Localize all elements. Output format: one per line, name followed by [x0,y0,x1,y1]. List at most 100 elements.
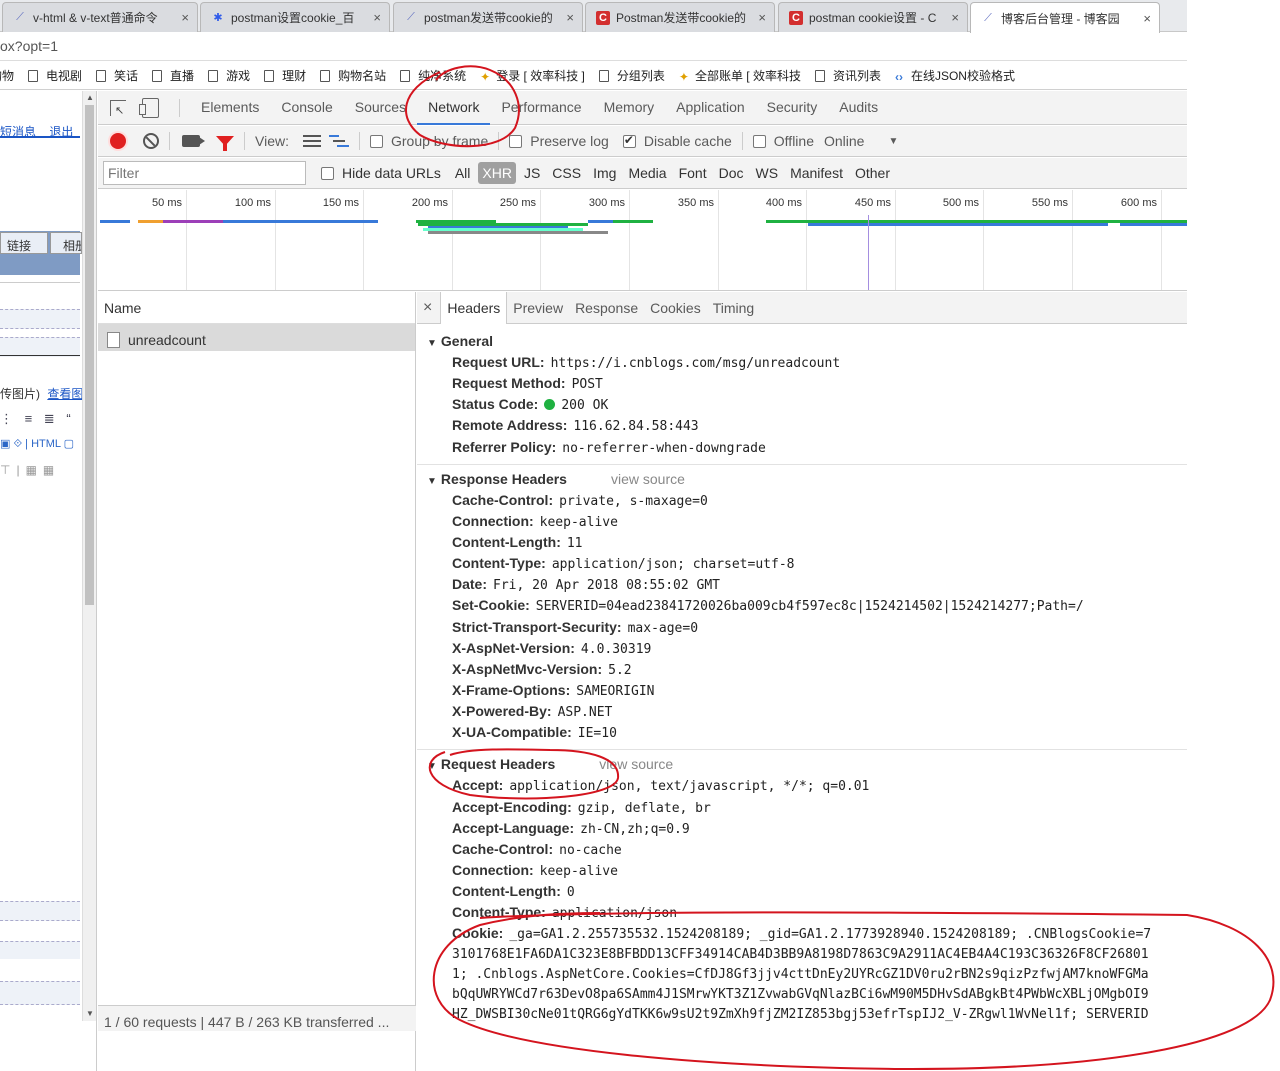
devtools-tabs: Elements Console Sources Network Performance… [190,91,889,125]
tab-memory[interactable]: Memory [593,91,666,125]
filter-type-font[interactable]: Font [675,162,711,184]
large-rows-icon[interactable] [302,135,321,147]
timeline-gridline [806,190,807,290]
browser-tab[interactable]: ⟋ 博客后台管理 - 博客园 × [970,2,1160,33]
browser-tab[interactable]: Cpostman cookie设置 - C × [778,2,968,32]
detail-tab-preview[interactable]: Preview [507,292,569,324]
tab-security[interactable]: Security [756,91,829,125]
address-bar[interactable]: ox?opt=1 [0,33,1187,61]
page-scrollbar-thumb[interactable] [85,105,94,605]
filter-type-xhr[interactable]: XHR [478,162,516,184]
bookmark-item[interactable]: 纯净系统 [400,67,466,84]
filter-type-all[interactable]: All [451,162,475,184]
tab-elements[interactable]: Elements [190,91,270,125]
general-header[interactable]: ▼ General [417,331,1187,352]
browser-tab[interactable]: C Postman发送带cookie的 × [585,2,775,32]
name-column-header[interactable]: Name [98,292,415,324]
view-source-link[interactable]: view source [599,756,673,772]
browser-tab[interactable]: ✱ postman设置cookie_百 × [200,2,390,32]
close-tab-icon[interactable]: × [566,10,574,25]
page-tab-album[interactable]: 相册 [50,232,82,254]
detail-tab-headers[interactable]: Headers [440,292,508,324]
filter-type-ws[interactable]: WS [752,162,783,184]
filter-type-js[interactable]: JS [520,162,544,184]
view-link[interactable]: 查看图 [47,387,83,401]
close-tab-icon[interactable]: × [951,10,959,25]
expand-triangle-icon[interactable]: ▼ [427,476,437,487]
preserve-log-checkbox[interactable] [509,134,523,148]
editor-toolbar-row1[interactable]: ⋮ ≡ ≣ “ | [0,411,90,427]
detail-tab-response[interactable]: Response [569,292,644,324]
tab-application[interactable]: Application [665,91,756,125]
timeline-tick-label: 50 ms [152,197,182,209]
address-text[interactable]: ox?opt=1 [0,38,58,54]
request-headers-header[interactable]: ▼ Request Headers view source [417,754,1187,775]
devtools-panel: ↖ Elements Console Sources Network Performan… [98,91,1187,1071]
tab-sources[interactable]: Sources [344,91,417,125]
editor-toolbar-row2[interactable]: ▣ ⟐ | HTML ▢ [0,437,74,451]
bookmark-item[interactable]: ‹› 在线JSON校验格式 [895,67,1015,84]
bookmark-item[interactable]: 理财 [264,67,306,84]
expand-triangle-icon[interactable]: ▼ [427,338,437,349]
device-toolbar-icon[interactable] [139,97,159,118]
record-icon[interactable] [110,133,126,149]
filter-type-doc[interactable]: Doc [715,162,748,184]
bookmark-item[interactable]: 游戏 [208,67,250,84]
editor-toolbar-row3[interactable]: ⊤|▦▦ [0,463,60,477]
throttling-select[interactable]: Online [824,133,864,149]
tab-audits[interactable]: Audits [828,91,889,125]
hide-data-urls-checkbox[interactable] [321,166,334,180]
header-row: Content-Length: 0 [417,881,1187,902]
header-value: private, s-maxage=0 [559,493,708,509]
ruler-icon: ⟋ [984,11,992,24]
filter-type-manifest[interactable]: Manifest [786,162,847,184]
bookmark-item[interactable]: 笑话 [96,67,138,84]
close-icon[interactable]: × [417,299,440,317]
clear-icon[interactable] [143,133,159,149]
timeline-tick-label: 450 ms [854,197,891,209]
bookmark-item[interactable]: 直播 [152,67,194,84]
close-tab-icon[interactable]: × [1143,11,1151,26]
filter-icon[interactable] [216,136,234,151]
waterfall-view-icon[interactable] [328,135,349,147]
scroll-up-arrow-icon[interactable]: ▲ [86,93,94,102]
request-row[interactable]: unreadcount [98,324,415,351]
filter-type-media[interactable]: Media [624,162,670,184]
cookie-value-line: 3101768E1FA6DA1C323E8BFBDD13CFF34914CAB4… [452,946,1149,962]
disable-cache-checkbox[interactable] [622,133,636,148]
filter-type-other[interactable]: Other [851,162,894,184]
page-tab-links[interactable]: 链接 [0,232,48,254]
bookmark-item[interactable]: 购物 [0,67,14,84]
filter-type-css[interactable]: CSS [548,162,585,184]
bookmark-item[interactable]: ✦ 登录 [ 效率科技 ] [480,67,585,84]
bookmark-item[interactable]: 购物名站 [320,67,386,84]
header-value: IE=10 [577,726,617,742]
response-headers-header[interactable]: ▼ Response Headers view source [417,469,1187,490]
close-tab-icon[interactable]: × [181,10,189,25]
toolbar-separator [358,132,360,150]
inspect-element-icon[interactable]: ↖ [110,99,126,117]
capture-screenshots-icon[interactable] [182,135,205,147]
browser-tab[interactable]: ⟋ v-html & v-text普通命令 × [2,2,198,32]
filter-input[interactable] [103,161,306,185]
offline-checkbox[interactable] [752,134,766,148]
bookmark-item[interactable]: 分组列表 [598,67,665,84]
close-tab-icon[interactable]: × [758,10,766,25]
bookmark-item[interactable]: 资讯列表 [814,67,881,84]
bookmark-item[interactable]: ✦ 全部账单 [ 效率科技 [679,67,801,84]
timeline-tick-label: 250 ms [499,197,536,209]
tab-network[interactable]: Network [417,91,491,125]
tab-performance[interactable]: Performance [490,91,592,125]
browser-tab[interactable]: ⟋ postman发送带cookie的 × [393,2,583,32]
bookmark-item[interactable]: 电视剧 [28,67,82,84]
filter-type-img[interactable]: Img [589,162,620,184]
tab-console[interactable]: Console [270,91,343,125]
chevron-down-icon[interactable]: ▼ [888,136,898,147]
expand-triangle-icon[interactable]: ▼ [427,761,437,772]
scroll-down-arrow-icon[interactable]: ▼ [86,1009,94,1018]
detail-tab-cookies[interactable]: Cookies [644,292,707,324]
view-source-link[interactable]: view source [611,471,685,487]
close-tab-icon[interactable]: × [373,10,381,25]
group-by-frame-checkbox[interactable] [369,134,383,148]
detail-tab-timing[interactable]: Timing [707,292,761,324]
